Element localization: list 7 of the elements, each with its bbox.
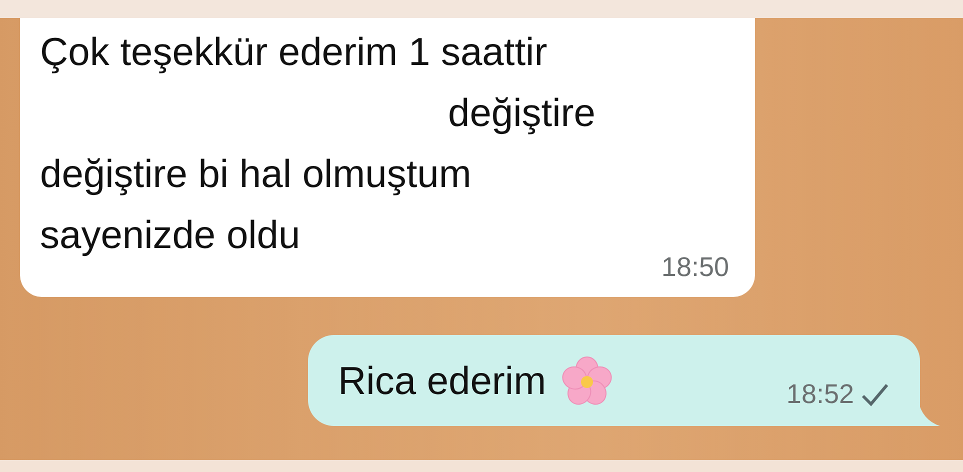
message-text: değiştire bi hal olmuştum [40, 152, 472, 198]
message-text: değiştire [448, 91, 596, 137]
message-text: Rica ederim [338, 359, 546, 405]
message-text: sayenizde oldu [40, 213, 300, 259]
message-time: 18:52 [786, 379, 854, 410]
message-time: 18:50 [661, 252, 729, 283]
message-text: Çok teşekkür ederim 1 saattir [40, 30, 548, 76]
